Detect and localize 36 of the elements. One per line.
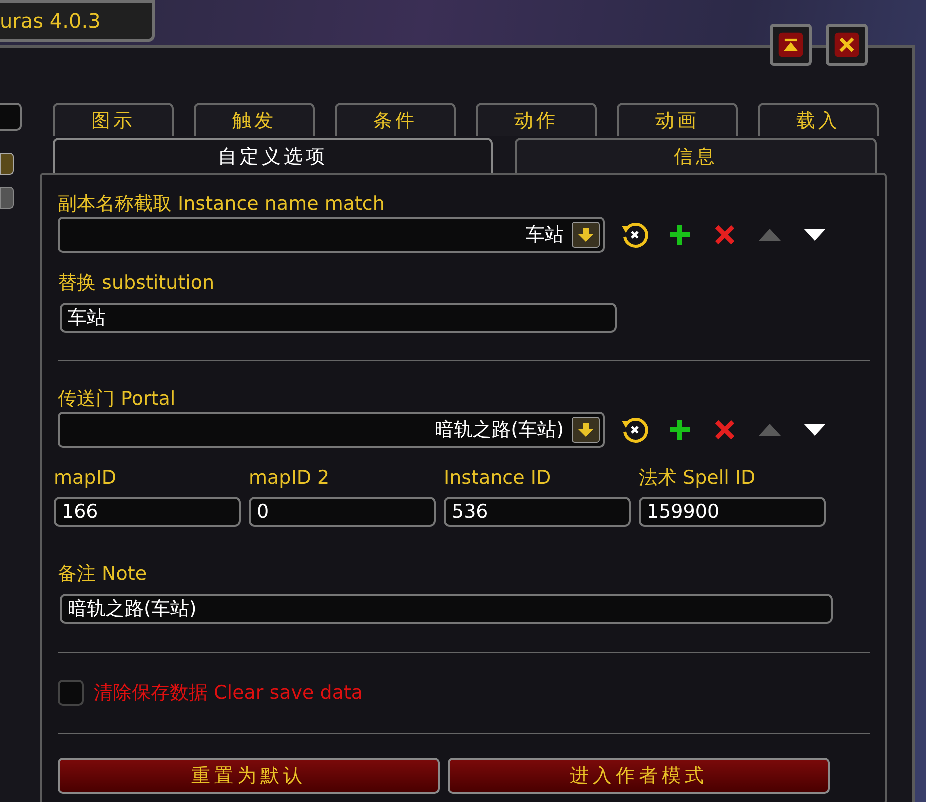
collapse-icon	[778, 32, 804, 58]
dropdown[interactable]: 暗轨之路(车站)	[58, 412, 605, 448]
input-field[interactable]: 0	[249, 497, 436, 527]
field-label: Instance ID	[444, 466, 552, 491]
field-label: mapID	[54, 466, 118, 491]
close-button[interactable]	[826, 24, 868, 66]
field-label: 替换 substitution	[58, 271, 216, 296]
window-title: uras 4.0.3	[0, 0, 155, 42]
tab[interactable]: 图示	[53, 103, 174, 136]
input-field[interactable]: 暗轨之路(车站)	[60, 594, 833, 624]
input-field[interactable]: 536	[444, 497, 631, 527]
action-button[interactable]: 重置为默认	[58, 758, 440, 794]
field-label: 备注 Note	[58, 562, 148, 587]
tab[interactable]: 载入	[758, 103, 879, 136]
input-field[interactable]: 159900	[639, 497, 826, 527]
action-button[interactable]: 进入作者模式	[448, 758, 830, 794]
tab[interactable]: 动画	[617, 103, 738, 136]
checkbox-label: 清除保存数据 Clear save data	[94, 681, 364, 706]
reset-icon[interactable]	[620, 415, 650, 445]
close-icon	[834, 32, 860, 58]
field-label: 传送门 Portal	[58, 387, 177, 412]
field-label: 法术 Spell ID	[639, 466, 757, 491]
tab[interactable]: 自定义选项	[53, 138, 493, 173]
tab[interactable]: 信息	[515, 138, 877, 173]
search-field[interactable]	[0, 103, 22, 131]
reset-icon[interactable]	[620, 220, 650, 250]
collapse-button[interactable]	[770, 24, 812, 66]
field-label: mapID 2	[249, 466, 331, 491]
field-label: 副本名称截取 Instance name match	[58, 192, 386, 217]
input-field[interactable]: 166	[54, 497, 241, 527]
tab[interactable]: 条件	[335, 103, 456, 136]
input-field[interactable]: 车站	[60, 303, 617, 333]
dropdown[interactable]: 车站	[58, 217, 605, 253]
checkbox[interactable]	[58, 680, 84, 706]
tab[interactable]: 触发	[194, 103, 315, 136]
tab[interactable]: 动作	[476, 103, 597, 136]
